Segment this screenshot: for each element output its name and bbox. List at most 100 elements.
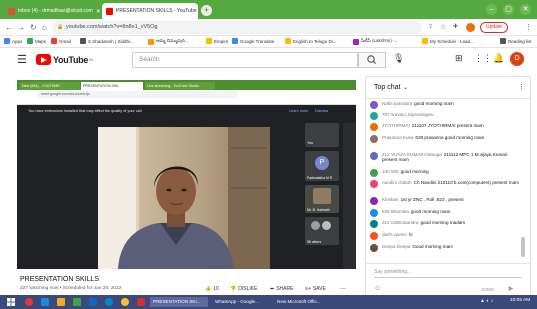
taskbar-window-whatsapp[interactable]: WhatsApp - Google... [212, 297, 270, 307]
chat-input[interactable]: Say something... [374, 269, 411, 275]
char-counter: 0/200 [482, 287, 494, 292]
participant-avatar: P [315, 156, 329, 170]
bookmark-maps[interactable]: Maps [27, 38, 46, 44]
avatar [370, 220, 378, 228]
inner-url: meet.google.com/cts-kwmb-tjx [37, 91, 237, 98]
update-button[interactable]: Update [480, 22, 509, 33]
avatar [370, 152, 378, 160]
taskbar-app-icon[interactable] [105, 298, 113, 306]
forward-icon[interactable]: → [17, 22, 25, 33]
avatar [370, 244, 378, 252]
dislike-button[interactable]: 👎 DISLIKE [230, 286, 257, 292]
reading-list[interactable]: Reading list [500, 38, 532, 44]
tab-label: PRESENTATION SKILLS - YouTube [116, 8, 197, 14]
bookmark-icon [422, 38, 428, 44]
bookmark-empire[interactable]: Empire [206, 38, 228, 44]
hamburger-menu-icon[interactable]: ☰ [17, 54, 27, 66]
avatar [370, 112, 378, 120]
taskbar-window-presentation[interactable]: PRESENTATION SKI... [150, 297, 208, 307]
home-icon[interactable]: ⌂ [42, 22, 47, 33]
video-player[interactable]: New (894) - YOUTHMR PRESENTATION SKIL Li… [17, 80, 356, 269]
system-tray-icons[interactable]: ▲ ◐ ♪ [480, 298, 493, 304]
reload-icon[interactable]: ↻ [30, 22, 37, 33]
youtube-logo[interactable]: YouTube IN [36, 54, 93, 65]
thumbs-down-icon: 👎 [230, 286, 237, 292]
browser-tab-youtube[interactable]: PRESENTATION SKILLS - YouTube ✕ [102, 3, 198, 19]
share-icon[interactable]: ⇪ [428, 22, 433, 33]
notifications-bell-icon[interactable]: 🔔 [493, 53, 504, 64]
minimize-icon[interactable]: – [486, 4, 497, 15]
bookmark-google-translate[interactable]: Google Translate [232, 38, 274, 44]
taskbar-app-icon[interactable] [137, 298, 145, 306]
close-tab-icon[interactable]: ✕ [197, 8, 199, 15]
participant-tile-harinath: Mr. B. Harinath [305, 185, 339, 213]
chat-menu-icon[interactable]: ⋮ [518, 83, 525, 91]
like-button[interactable]: 👍 10 [205, 286, 219, 292]
chevron-down-icon[interactable]: ⌄ [403, 84, 408, 91]
inner-tab: PRESENTATION SKIL [81, 82, 143, 90]
close-tab-icon[interactable]: ✕ [93, 8, 100, 15]
save-button[interactable]: ≡+ SAVE [305, 286, 326, 292]
back-icon[interactable]: ← [5, 22, 13, 33]
new-tab-button[interactable]: + [201, 5, 212, 16]
bookmark-icon [206, 38, 212, 44]
bookmarks-bar: Apps Maps Gmail S Shadotesh | Siddhi... … [0, 36, 537, 48]
taskbar-app-icon[interactable] [73, 298, 81, 306]
speaker-video-frame [98, 127, 270, 269]
folder-icon[interactable] [57, 298, 65, 306]
taskbar-app-icon[interactable] [41, 298, 49, 306]
avatar [370, 232, 378, 240]
browser-tab-gmail[interactable]: Inbox (4) - drmadhavi@olcsit.com ✕ [4, 3, 100, 19]
participant-avatar [322, 221, 331, 230]
gmail-icon [8, 7, 15, 15]
menu-dots-icon[interactable]: ⋮ [525, 22, 532, 33]
microphone-icon[interactable]: 🎙 [393, 53, 404, 64]
gmail-icon [51, 38, 57, 44]
share-button[interactable]: ➦ SHARE [270, 286, 293, 292]
url-bar[interactable]: 🔒 youtube.com/watch?v=8n8e1_vV5Og [52, 21, 422, 34]
windows-start-icon[interactable] [7, 298, 15, 306]
dismiss-link: Dismiss [315, 109, 329, 113]
avatar [370, 101, 378, 109]
account-avatar[interactable]: D [510, 52, 524, 66]
live-chat-panel: Top chat ⌄ ⋮ Nafia Ipandara good morning … [365, 76, 531, 300]
avatar [370, 135, 378, 143]
word-icon[interactable] [89, 298, 97, 306]
apps-grid-icon[interactable]: ⋮⋮ [474, 53, 492, 64]
bookmark-schedule[interactable]: My Schedule - Lead... [422, 38, 474, 44]
browser-tab-bar: Inbox (4) - drmadhavi@olcsit.com ✕ PRESE… [0, 0, 537, 19]
search-button[interactable] [358, 52, 386, 68]
taskbar-app-icon[interactable] [25, 298, 33, 306]
more-actions-button[interactable]: ... [340, 284, 346, 291]
extensions-icon[interactable]: ✚ [453, 22, 458, 33]
avatar [370, 169, 378, 177]
send-icon[interactable]: ➤ [507, 284, 514, 293]
emoji-icon[interactable]: ☺ [374, 285, 381, 292]
bookmark-star-icon[interactable]: ☆ [440, 22, 446, 33]
meet-side-panel [343, 123, 356, 269]
taskbar-window-office[interactable]: New Microsoft Offic... [274, 297, 336, 307]
chat-scrollbar[interactable] [521, 237, 525, 257]
url-text: youtube.com/watch?v=8n8e1_vV5Og [66, 24, 158, 30]
bookmark-english-telugu[interactable]: English to Telugu Di... [285, 38, 336, 44]
video-title: PRESENTATION SKILLS [20, 276, 100, 283]
participant-tile-padmalatha: P Padmalatha M R [305, 151, 339, 181]
share-arrow-icon: ➦ [270, 286, 275, 292]
inner-address-bar: meet.google.com/cts-kwmb-tjx [17, 90, 356, 99]
bookmark-lakshmi[interactable]: సీటీసీ (Lakshmi) -... [353, 38, 398, 45]
youtube-icon [106, 7, 113, 15]
bookmark-telugu-site[interactable]: అమ్మ చిమ్ముపురి... [148, 38, 188, 45]
close-window-icon[interactable]: ✕ [520, 4, 531, 15]
profile-avatar[interactable] [466, 23, 475, 32]
chrome-icon[interactable] [121, 298, 129, 306]
create-video-icon[interactable]: ⊞ [455, 53, 463, 64]
avatar [370, 197, 378, 205]
avatar [370, 180, 378, 188]
search-input[interactable]: Search [132, 52, 358, 68]
bookmark-shadotesh[interactable]: S Shadotesh | Siddhi... [80, 38, 134, 44]
chat-mode-dropdown[interactable]: Top chat [374, 84, 400, 91]
bookmark-gmail[interactable]: Gmail [51, 38, 71, 44]
windows-taskbar: PRESENTATION SKI... WhatsApp - Google...… [0, 295, 537, 309]
bookmark-apps[interactable]: Apps [4, 38, 22, 44]
maximize-icon[interactable]: ▢ [503, 4, 514, 15]
